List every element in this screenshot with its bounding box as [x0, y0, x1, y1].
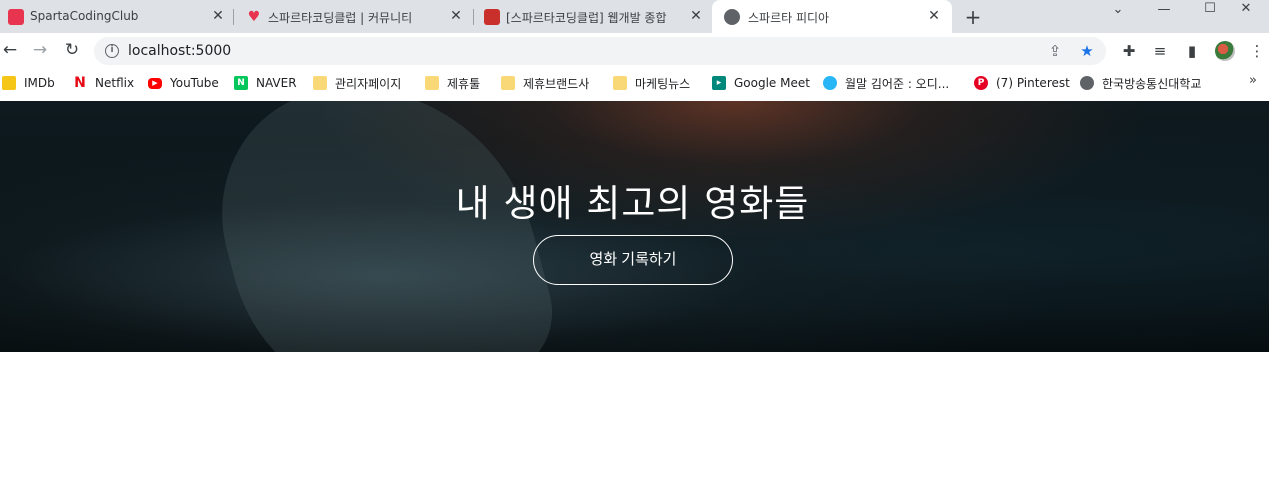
bookmark-label: Google Meet — [734, 76, 810, 90]
tab-separator — [473, 9, 474, 25]
tab-strip: SpartaCodingClub ✕ ♥ 스파르타코딩클럽 | 커뮤니티 ✕ [… — [0, 0, 1269, 33]
url-text[interactable]: localhost:5000 — [128, 43, 231, 59]
bookmark-label: Netflix — [95, 76, 135, 90]
bookmark-label: 제휴툴 — [447, 76, 481, 91]
tab-search-icon[interactable]: ⌄ — [1095, 3, 1141, 34]
folder-icon — [313, 76, 327, 90]
bookmark-label: (7) Pinterest — [996, 76, 1070, 90]
tab-webdev[interactable]: [스파르타코딩클럽] 웹개발 종합 ✕ — [476, 0, 709, 33]
bookmark-label: 한국방송통신대학교 — [1102, 76, 1202, 91]
bookmark-folder-marketing[interactable]: 마케팅뉴스 — [613, 74, 690, 92]
naver-icon: N — [234, 76, 248, 90]
bookmark-netflix[interactable]: N Netflix — [73, 74, 134, 92]
menu-icon[interactable]: ⋮ — [1248, 42, 1266, 60]
bookmark-label: 마케팅뉴스 — [635, 76, 691, 91]
back-icon[interactable]: ← — [0, 40, 20, 60]
folder-icon — [425, 76, 439, 90]
tab-title: 스파르타 피디아 — [748, 11, 830, 25]
bookmark-pinterest[interactable]: P (7) Pinterest — [974, 74, 1070, 92]
bookmark-label: 관리자페이지 — [335, 76, 402, 91]
minimize-button[interactable]: — — [1141, 3, 1187, 34]
netflix-icon: N — [74, 75, 86, 91]
bookmark-folder-admin[interactable]: 관리자페이지 — [313, 74, 401, 92]
bookmark-label: YouTube — [170, 76, 219, 90]
hero-banner: 내 생애 최고의 영화들 영화 기록하기 — [0, 101, 1269, 352]
globe-icon — [1080, 76, 1094, 90]
forward-icon[interactable]: → — [30, 40, 50, 60]
close-icon[interactable]: ✕ — [210, 8, 226, 24]
heart-icon: ♥ — [247, 9, 261, 25]
folder-icon — [501, 76, 515, 90]
side-panel-icon[interactable]: ▮ — [1183, 42, 1201, 60]
tab-separator — [233, 9, 234, 25]
bookmark-label: NAVER — [256, 76, 297, 90]
bookmark-knou[interactable]: 한국방송통신대학교 — [1080, 74, 1201, 92]
imdb-icon — [2, 76, 16, 90]
bookmark-naver[interactable]: N NAVER — [234, 74, 297, 92]
site-info-icon[interactable]: i — [105, 44, 119, 58]
bookmarks-bar: IMDb N Netflix ▶ YouTube N NAVER 관리자페이지 … — [0, 68, 1269, 98]
meet-icon: ▸ — [712, 76, 726, 90]
bookmark-label: 제휴브랜드사 — [523, 76, 590, 91]
bookmark-folder-tools[interactable]: 제휴툴 — [425, 74, 480, 92]
close-icon[interactable]: ✕ — [688, 8, 704, 24]
tab-title: 스파르타코딩클럽 | 커뮤니티 — [268, 11, 413, 25]
tab-spartapedia[interactable]: 스파르타 피디아 ✕ — [712, 0, 952, 33]
tab-title: [스파르타코딩클럽] 웹개발 종합 — [506, 11, 667, 25]
bookmark-folder-brands[interactable]: 제휴브랜드사 — [501, 74, 589, 92]
media-control-icon[interactable]: ≡ — [1151, 42, 1169, 60]
share-icon[interactable]: ⇪ — [1046, 42, 1064, 60]
sparta-icon — [8, 9, 24, 25]
bookmark-label: IMDb — [24, 76, 55, 90]
new-tab-button[interactable]: + — [963, 5, 983, 29]
close-icon[interactable]: ✕ — [448, 8, 464, 24]
podcast-icon — [823, 76, 837, 90]
bookmarks-overflow-button[interactable]: » — [1249, 73, 1257, 88]
book-icon — [484, 9, 500, 25]
pinterest-icon: P — [974, 76, 988, 90]
profile-avatar[interactable] — [1215, 41, 1235, 61]
bookmark-imdb[interactable]: IMDb — [2, 74, 55, 92]
reload-icon[interactable]: ↻ — [62, 40, 82, 60]
bookmark-podcast[interactable]: 월말 김어준 : 오디... — [823, 74, 949, 92]
browser-toolbar: ← → ↻ i localhost:5000 ⇪ ★ ✚ ≡ ▮ ⋮ — [0, 33, 1269, 68]
globe-icon — [724, 9, 740, 25]
tab-spartacodingclub[interactable]: SpartaCodingClub ✕ — [0, 0, 233, 33]
close-icon[interactable]: ✕ — [926, 8, 942, 24]
close-window-button[interactable]: ✕ — [1223, 2, 1269, 33]
youtube-icon: ▶ — [148, 77, 162, 89]
bookmark-youtube[interactable]: ▶ YouTube — [148, 74, 219, 92]
address-bar[interactable]: i localhost:5000 ⇪ ★ — [94, 37, 1106, 65]
tab-community[interactable]: ♥ 스파르타코딩클럽 | 커뮤니티 ✕ — [238, 0, 471, 33]
extensions-icon[interactable]: ✚ — [1120, 42, 1138, 60]
page-viewport: 내 생애 최고의 영화들 영화 기록하기 — [0, 101, 1269, 490]
bookmark-star-icon[interactable]: ★ — [1078, 42, 1096, 60]
folder-icon — [613, 76, 627, 90]
record-movie-button[interactable]: 영화 기록하기 — [533, 235, 733, 285]
hero-title: 내 생애 최고의 영화들 — [455, 182, 810, 225]
bookmark-google-meet[interactable]: ▸ Google Meet — [712, 74, 810, 92]
tab-title: SpartaCodingClub — [30, 9, 139, 23]
bookmark-label: 월말 김어준 : 오디... — [845, 76, 950, 91]
